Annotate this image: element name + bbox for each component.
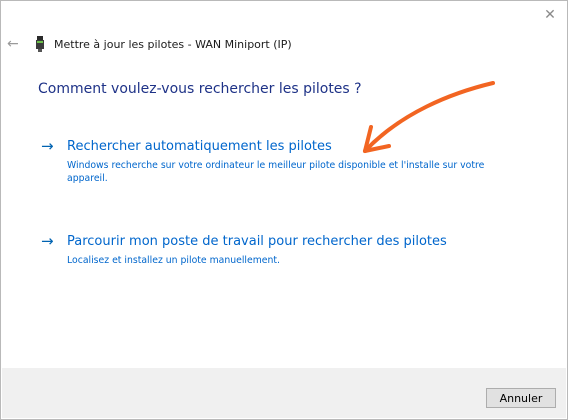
option-description: Localisez et installez un pilote manuell… <box>67 255 281 266</box>
option-description: Windows recherche sur votre ordinateur l… <box>67 160 485 184</box>
option-main-row: → Rechercher automatiquement les pilotes <box>41 137 487 155</box>
device-icon <box>36 36 44 52</box>
right-arrow-icon: → <box>41 137 54 155</box>
dialog-window: ✕ ← Mettre à jour les pilotes - WAN Mini… <box>0 0 568 420</box>
search-automatically-option[interactable]: → Rechercher automatiquement les pilotes… <box>41 137 487 185</box>
close-icon[interactable]: ✕ <box>541 6 559 24</box>
page-question: Comment voulez-vous rechercher les pilot… <box>38 81 362 97</box>
dialog-footer: Annuler <box>2 368 566 418</box>
option-title[interactable]: Parcourir mon poste de travail pour rech… <box>67 234 447 249</box>
dialog-header: ← Mettre à jour les pilotes - WAN Minipo… <box>7 35 292 53</box>
right-arrow-icon: → <box>41 232 54 250</box>
browse-computer-option[interactable]: → Parcourir mon poste de travail pour re… <box>41 232 487 267</box>
back-arrow-icon[interactable]: ← <box>7 36 23 52</box>
window-title: Mettre à jour les pilotes - WAN Miniport… <box>54 37 292 51</box>
option-title[interactable]: Rechercher automatiquement les pilotes <box>67 139 332 154</box>
cancel-button[interactable]: Annuler <box>486 388 556 408</box>
option-main-row: → Parcourir mon poste de travail pour re… <box>41 232 487 250</box>
